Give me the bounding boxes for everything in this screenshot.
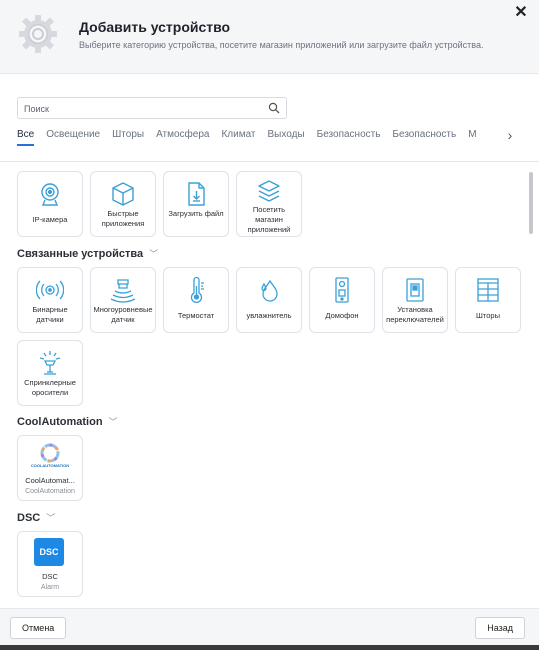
dialog-footer: Отмена Назад bbox=[0, 608, 539, 650]
chevron-down-icon[interactable]: ﹀ bbox=[109, 417, 118, 427]
intercom-icon bbox=[328, 276, 356, 304]
card-multilevel-sensors[interactable]: Многоуровневые датчик bbox=[90, 267, 156, 333]
tab-shades[interactable]: Шторы bbox=[112, 125, 144, 144]
thermostat-icon bbox=[182, 276, 210, 304]
device-list[interactable]: IP-камера Быстрые приложения Загрузить ф… bbox=[0, 162, 539, 608]
coolautomation-logo-text: COOLAUTOMATION bbox=[30, 463, 70, 468]
section-title: CoolAutomation bbox=[17, 416, 103, 428]
tab-security[interactable]: Безопасность bbox=[317, 125, 381, 144]
card-blinds[interactable]: Шторы bbox=[455, 267, 521, 333]
sprinkler-icon bbox=[36, 349, 64, 377]
tab-outputs[interactable]: Выходы bbox=[268, 125, 305, 144]
tab-security-2[interactable]: Безопасность bbox=[392, 125, 456, 144]
card-binary-sensors[interactable]: Бинарные датчики bbox=[17, 267, 83, 333]
dialog-title: Добавить устройство bbox=[79, 19, 231, 35]
window-bottom-edge bbox=[0, 645, 539, 650]
file-upload-icon bbox=[182, 180, 210, 208]
tab-all[interactable]: Все bbox=[17, 125, 35, 146]
chevron-down-icon[interactable]: ﹀ bbox=[46, 513, 55, 523]
blinds-icon bbox=[474, 276, 502, 304]
back-button[interactable]: Назад bbox=[475, 617, 525, 639]
card-humidifier[interactable]: увлажнитель bbox=[236, 267, 302, 333]
scrollbar[interactable] bbox=[529, 172, 533, 234]
category-tabs: Все Освещение Шторы Атмосфера Климат Выходы Бе… bbox=[17, 124, 497, 148]
search-input[interactable] bbox=[24, 101, 264, 116]
chevron-down-icon[interactable]: ﹀ bbox=[149, 249, 158, 259]
card-sprinklers[interactable]: Спринклерные оросители bbox=[17, 340, 83, 406]
switch-icon bbox=[401, 276, 429, 304]
card-dsc[interactable]: DSC DSC Alarm bbox=[17, 531, 83, 597]
card-visit-store[interactable]: Посетить магазин приложений bbox=[236, 171, 302, 237]
card-label: Шторы bbox=[476, 311, 500, 320]
tab-atmosphere[interactable]: Атмосфера bbox=[156, 125, 209, 144]
section-connected-devices[interactable]: Связанные устройства ﹀ bbox=[17, 247, 158, 260]
layers-icon bbox=[255, 178, 283, 206]
cancel-button[interactable]: Отмена bbox=[10, 617, 67, 639]
card-label: CoolAutomat... bbox=[25, 476, 75, 485]
card-sublabel: CoolAutomation bbox=[25, 488, 75, 495]
card-label: увлажнитель bbox=[246, 311, 292, 320]
tabs-next-arrow-icon[interactable]: › bbox=[503, 127, 517, 143]
gear-icon bbox=[16, 12, 60, 56]
camera-icon bbox=[36, 180, 64, 208]
card-label: Загрузить файл bbox=[168, 209, 224, 218]
card-ip-camera[interactable]: IP-камера bbox=[17, 171, 83, 237]
card-sublabel: Alarm bbox=[40, 584, 60, 591]
section-title: DSC bbox=[17, 512, 41, 524]
card-label: Быстрые приложения bbox=[101, 209, 145, 228]
dialog-subtitle: Выберите категорию устройства, посетите … bbox=[79, 40, 484, 50]
card-upload-file[interactable]: Загрузить файл bbox=[163, 171, 229, 237]
card-label: Установка переключателей bbox=[386, 305, 444, 324]
search-icon[interactable] bbox=[268, 102, 280, 114]
humidifier-icon bbox=[255, 276, 283, 304]
card-switch-setup[interactable]: Установка переключателей bbox=[382, 267, 448, 333]
card-quick-apps[interactable]: Быстрые приложения bbox=[90, 171, 156, 237]
card-label: DSC bbox=[42, 572, 58, 581]
card-label: Термостат bbox=[177, 311, 215, 320]
card-label: Спринклерные оросители bbox=[24, 378, 76, 397]
card-label: Многоуровневые датчик bbox=[93, 305, 153, 324]
card-label: Бинарные датчики bbox=[32, 305, 68, 324]
card-label: Посетить магазин приложений bbox=[247, 205, 291, 234]
tab-climate[interactable]: Климат bbox=[221, 125, 255, 144]
card-label: IP-камера bbox=[32, 215, 68, 224]
tab-more[interactable]: М bbox=[468, 125, 476, 144]
close-icon[interactable]: ✕ bbox=[514, 4, 527, 21]
tab-lighting[interactable]: Освещение bbox=[46, 125, 100, 144]
multilevel-sensor-icon bbox=[109, 276, 137, 304]
card-intercom[interactable]: Домофон bbox=[309, 267, 375, 333]
card-label: Домофон bbox=[325, 311, 359, 320]
cube-icon bbox=[109, 180, 137, 208]
section-coolautomation[interactable]: CoolAutomation ﹀ bbox=[17, 415, 118, 428]
binary-sensor-icon bbox=[36, 276, 64, 304]
close-button[interactable]: ✕ bbox=[511, 4, 531, 24]
card-thermostat[interactable]: Термостат bbox=[163, 267, 229, 333]
section-title: Связанные устройства bbox=[17, 248, 144, 260]
section-dsc[interactable]: DSC ﹀ bbox=[17, 511, 55, 524]
dsc-logo: DSC bbox=[34, 538, 64, 566]
search-box[interactable] bbox=[17, 97, 287, 119]
card-coolautomation[interactable]: COOLAUTOMATION CoolAutomat... CoolAutoma… bbox=[17, 435, 83, 501]
dialog-header: Добавить устройство Выберите категорию у… bbox=[0, 0, 539, 74]
